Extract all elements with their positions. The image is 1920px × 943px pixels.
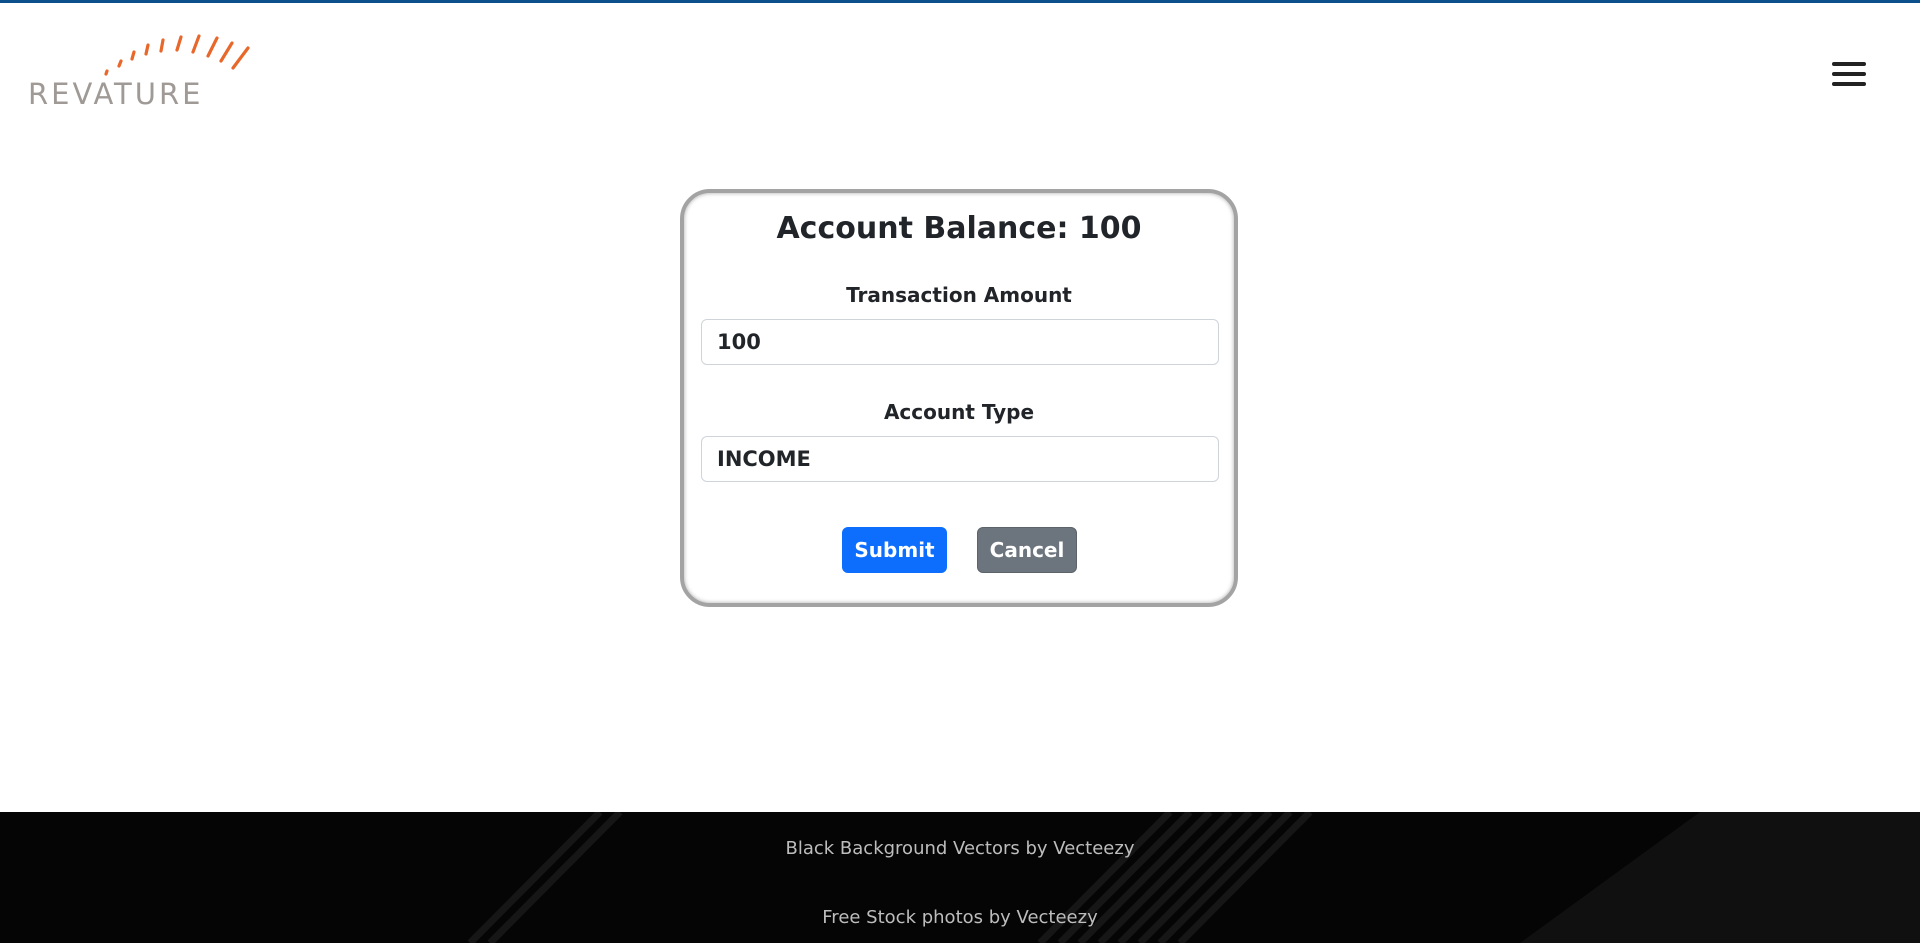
hamburger-menu-icon[interactable] (1832, 60, 1868, 88)
top-accent-line (0, 0, 1920, 3)
submit-button[interactable]: Submit (842, 527, 947, 573)
footer: Black Background Vectors by Vecteezy Fre… (0, 812, 1920, 943)
transaction-amount-input[interactable] (701, 319, 1219, 365)
revature-logo[interactable]: REVATURE (28, 30, 260, 112)
cancel-button[interactable]: Cancel (977, 527, 1077, 573)
account-type-input[interactable] (701, 436, 1219, 482)
transaction-amount-label: Transaction Amount (846, 283, 1072, 307)
account-balance-title: Account Balance: 100 (776, 211, 1142, 246)
logo-sunburst-icon (104, 34, 250, 76)
logo-text: REVATURE (28, 77, 204, 111)
footer-link-background-vectors[interactable]: Black Background Vectors by Vecteezy (0, 838, 1920, 859)
account-type-label: Account Type (883, 400, 1035, 424)
footer-link-stock-photos[interactable]: Free Stock photos by Vecteezy (0, 907, 1920, 928)
transaction-form-card: Account Balance: 100 Transaction Amount … (680, 189, 1238, 607)
